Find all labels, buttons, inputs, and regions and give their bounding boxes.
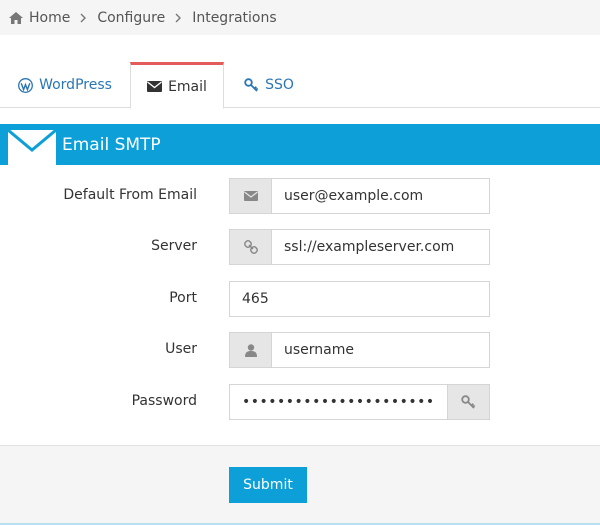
integration-tabs: WordPress Email SSO [0, 62, 600, 109]
form-row-user: User [0, 332, 600, 368]
default-from-email-field [229, 178, 490, 214]
form-row-server: Server [0, 229, 600, 265]
breadcrumb: Home Configure Integrations [0, 0, 600, 35]
breadcrumb-home-label: Home [29, 9, 71, 26]
user-icon [230, 333, 272, 367]
submit-button[interactable]: Submit [229, 467, 307, 503]
tab-sso-label: SSO [265, 77, 294, 93]
server-input[interactable] [272, 230, 489, 264]
tab-wordpress[interactable]: WordPress [0, 62, 130, 108]
home-icon [9, 11, 23, 24]
form-row-password: Password [0, 384, 600, 420]
user-field [229, 332, 490, 368]
chevron-right-icon [175, 13, 182, 23]
wordpress-icon [18, 77, 34, 93]
breadcrumb-integrations: Integrations [192, 9, 277, 26]
tab-email-label: Email [168, 78, 207, 95]
port-input[interactable] [230, 282, 489, 316]
chevron-right-icon [80, 13, 87, 23]
breadcrumb-home[interactable]: Home [9, 10, 70, 26]
envelope-icon [7, 124, 57, 165]
link-icon [230, 230, 272, 264]
breadcrumb-configure[interactable]: Configure [97, 10, 165, 26]
default-from-email-input[interactable] [272, 179, 489, 213]
section-title: Email SMTP [62, 135, 161, 155]
tab-email[interactable]: Email [130, 62, 224, 109]
tab-wordpress-label: WordPress [39, 77, 112, 93]
default-from-email-label: Default From Email [63, 187, 197, 203]
server-field [229, 229, 490, 265]
form-row-port: Port [0, 281, 600, 317]
port-label: Port [169, 290, 197, 306]
password-label: Password [131, 393, 197, 409]
server-label: Server [151, 238, 197, 254]
tab-sso[interactable]: SSO [224, 62, 314, 108]
envelope-icon [147, 81, 163, 92]
port-field [229, 281, 490, 317]
password-field [229, 384, 490, 420]
form-row-default-from-email: Default From Email [0, 178, 600, 214]
password-input[interactable] [230, 385, 447, 419]
form-footer: Submit [0, 445, 600, 525]
key-icon [244, 78, 259, 92]
key-icon[interactable] [447, 385, 489, 419]
user-label: User [165, 341, 197, 357]
envelope-icon [230, 179, 272, 213]
user-input[interactable] [272, 333, 489, 367]
section-header: Email SMTP [0, 124, 600, 165]
